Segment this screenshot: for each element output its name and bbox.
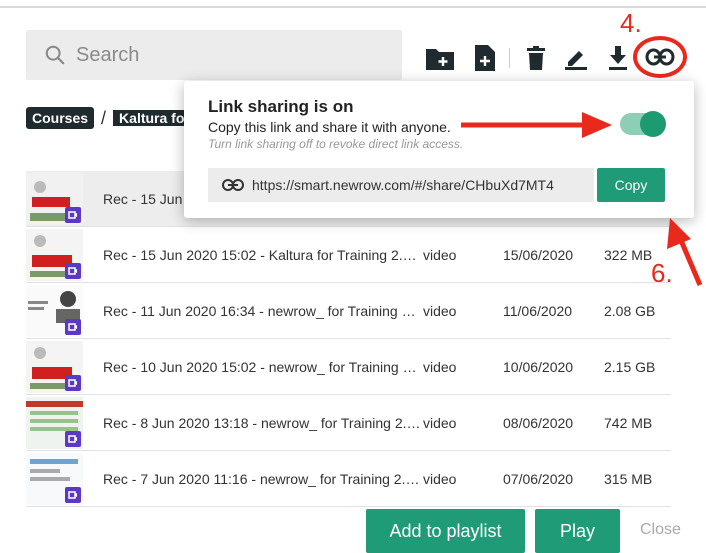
annotation-arrows xyxy=(461,112,703,286)
close-button[interactable]: Close xyxy=(640,521,681,539)
arrow-step-6-line xyxy=(677,237,703,286)
play-button[interactable]: Play xyxy=(535,509,620,553)
add-to-playlist-button[interactable]: Add to playlist xyxy=(366,509,525,553)
arrow-step-5-head xyxy=(582,112,612,138)
arrow-step-6-head xyxy=(667,218,691,249)
